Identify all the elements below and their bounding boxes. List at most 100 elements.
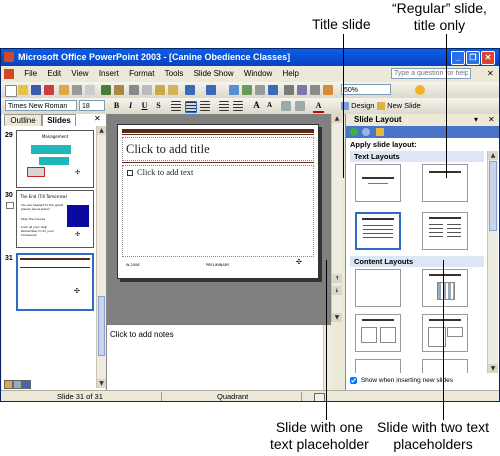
- research-icon[interactable]: [114, 85, 124, 95]
- layout-title-and-text[interactable]: [355, 212, 401, 250]
- tab-slides[interactable]: Slides: [42, 114, 76, 126]
- layout-four-content-b[interactable]: [422, 359, 468, 373]
- layout-blank[interactable]: [355, 269, 401, 307]
- tab-outline[interactable]: Outline: [4, 114, 42, 126]
- open-icon[interactable]: [18, 85, 28, 95]
- format-painter-icon[interactable]: [168, 85, 178, 95]
- slide-show-icon[interactable]: [22, 380, 31, 389]
- slide-scrollbar[interactable]: ▲ ⯭ ⯯ ▼: [331, 114, 342, 322]
- restore-button[interactable]: ❐: [466, 51, 480, 65]
- slide-thumbnail-31[interactable]: ✣: [16, 253, 94, 311]
- scroll-up-arrow[interactable]: ▲: [97, 126, 106, 135]
- chart-icon[interactable]: [229, 85, 239, 95]
- layout-title-slide[interactable]: [355, 164, 401, 202]
- task-pane-scrollbar[interactable]: ▲ ▼: [487, 151, 498, 373]
- tables-borders-icon[interactable]: [255, 85, 265, 95]
- save-icon[interactable]: [31, 85, 41, 95]
- menu-view[interactable]: View: [67, 66, 92, 82]
- align-right-icon[interactable]: [200, 101, 210, 111]
- notes-scrollbar[interactable]: [323, 325, 332, 391]
- shadow-button[interactable]: S: [153, 100, 164, 111]
- slide-sorter-view-icon[interactable]: [13, 380, 22, 389]
- print-preview-icon[interactable]: [85, 85, 95, 95]
- close-button[interactable]: ✕: [481, 51, 495, 65]
- scroll-thumb[interactable]: [98, 296, 105, 356]
- slide-thumbnail-30[interactable]: The End (Till Tomorrow) You are headed t…: [16, 190, 94, 248]
- design-button[interactable]: Design: [341, 100, 374, 111]
- shrink-font-button[interactable]: A: [264, 100, 275, 111]
- decrease-indent-icon[interactable]: [281, 101, 291, 111]
- back-icon[interactable]: [350, 128, 358, 136]
- title-placeholder[interactable]: Click to add title: [122, 137, 314, 161]
- table-icon[interactable]: [242, 85, 252, 95]
- menu-file[interactable]: File: [20, 66, 41, 82]
- increase-indent-icon[interactable]: [295, 101, 305, 111]
- task-pane-scroll-down[interactable]: ▼: [488, 364, 498, 373]
- menu-format[interactable]: Format: [125, 66, 158, 82]
- menu-edit[interactable]: Edit: [43, 66, 65, 82]
- underline-button[interactable]: U: [139, 100, 150, 111]
- spelling-icon[interactable]: [101, 85, 111, 95]
- expand-all-icon[interactable]: [284, 85, 294, 95]
- notes-pane[interactable]: Click to add notes: [107, 324, 332, 391]
- font-select[interactable]: Times New Roman: [5, 100, 77, 111]
- numbering-icon[interactable]: [219, 101, 229, 111]
- redo-icon[interactable]: [206, 85, 216, 95]
- layout-title-only[interactable]: [422, 164, 468, 202]
- align-center-icon[interactable]: [185, 101, 197, 113]
- slide-scroll-down[interactable]: ▼: [332, 313, 342, 322]
- slide-scroll-up[interactable]: ▲: [332, 114, 342, 123]
- close-pane-icon[interactable]: ✕: [94, 114, 101, 123]
- menu-window[interactable]: Window: [240, 66, 276, 82]
- menu-tools[interactable]: Tools: [161, 66, 188, 82]
- color-grayscale-icon[interactable]: [323, 85, 333, 95]
- task-pane-dropdown-icon[interactable]: ▾: [474, 114, 478, 126]
- previous-slide-arrow[interactable]: ⯭: [332, 274, 342, 283]
- show-formatting-icon[interactable]: [297, 85, 307, 95]
- spelling-status-icon[interactable]: [314, 393, 325, 401]
- forward-icon[interactable]: [362, 128, 370, 136]
- layout-four-content-a[interactable]: [355, 359, 401, 373]
- bullets-icon[interactable]: [233, 101, 243, 111]
- task-pane-close-icon[interactable]: ✕: [488, 114, 495, 126]
- task-pane-scroll-thumb[interactable]: [489, 161, 497, 231]
- undo-icon[interactable]: [185, 85, 195, 95]
- menu-slide-show[interactable]: Slide Show: [190, 66, 238, 82]
- font-size-select[interactable]: 18: [79, 100, 105, 111]
- task-pane-scroll-up[interactable]: ▲: [488, 151, 498, 160]
- grid-icon[interactable]: [310, 85, 320, 95]
- new-icon[interactable]: [5, 85, 17, 97]
- show-on-insert-checkbox[interactable]: [350, 376, 357, 384]
- minimize-button[interactable]: _: [451, 51, 465, 65]
- home-icon[interactable]: [376, 128, 384, 136]
- font-color-button[interactable]: A: [313, 100, 324, 113]
- bold-button[interactable]: B: [111, 100, 122, 111]
- menu-insert[interactable]: Insert: [95, 66, 123, 82]
- layout-title-content-and-two[interactable]: [422, 314, 468, 352]
- text-placeholder[interactable]: Click to add text: [122, 165, 314, 257]
- current-slide[interactable]: Click to add title Click to add text W-2…: [117, 124, 319, 279]
- close-document-icon[interactable]: ✕: [487, 66, 494, 82]
- zoom-select[interactable]: 50%: [341, 84, 391, 95]
- new-slide-button[interactable]: New Slide: [377, 100, 421, 111]
- italic-button[interactable]: I: [125, 100, 136, 111]
- copy-icon[interactable]: [142, 85, 152, 95]
- grow-font-button[interactable]: A: [251, 100, 262, 111]
- menu-help[interactable]: Help: [279, 66, 303, 82]
- print-icon[interactable]: [72, 85, 82, 95]
- scroll-down-arrow[interactable]: ▼: [97, 379, 106, 388]
- normal-view-icon[interactable]: [4, 380, 13, 389]
- slides-pane-scrollbar[interactable]: ▲ ▼: [96, 126, 106, 388]
- slide-thumbnail-29[interactable]: Management ✣: [16, 130, 94, 188]
- permission-icon[interactable]: [44, 85, 54, 95]
- align-left-icon[interactable]: [171, 101, 181, 111]
- next-slide-arrow[interactable]: ⯯: [332, 286, 342, 295]
- hyperlink-icon[interactable]: [268, 85, 278, 95]
- cut-icon[interactable]: [129, 85, 139, 95]
- help-search-input[interactable]: [391, 68, 471, 79]
- layout-title-and-two-content[interactable]: [355, 314, 401, 352]
- layout-content[interactable]: [422, 269, 468, 307]
- email-icon[interactable]: [59, 85, 69, 95]
- paste-icon[interactable]: [155, 85, 165, 95]
- layout-title-and-two-text[interactable]: [422, 212, 468, 250]
